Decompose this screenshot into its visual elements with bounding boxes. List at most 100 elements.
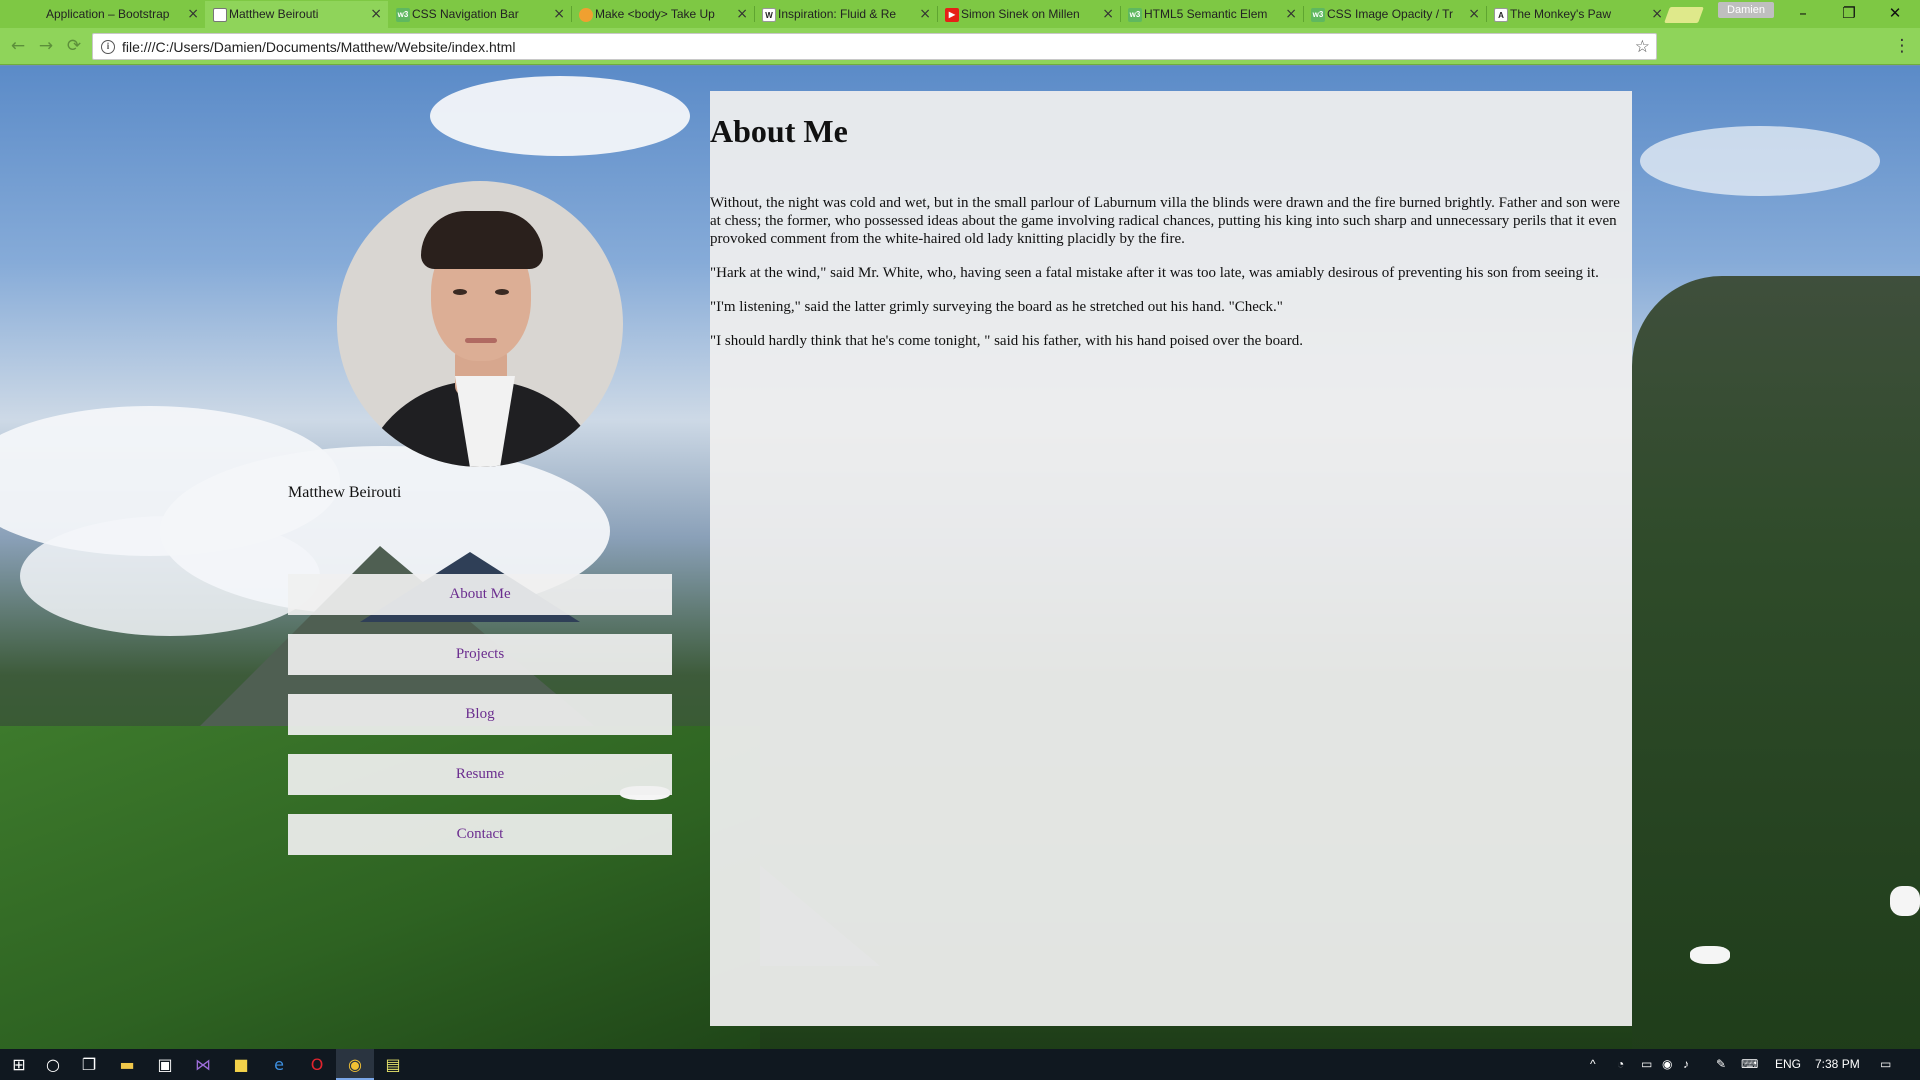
- keyboard-icon[interactable]: ⌨: [1741, 1049, 1758, 1080]
- tab-label: The Monkey's Paw: [1510, 7, 1611, 21]
- language-indicator[interactable]: ENG: [1775, 1049, 1801, 1080]
- adblock-plus-icon[interactable]: [1700, 38, 1717, 55]
- bookmark-star-icon[interactable]: ☆: [1635, 34, 1650, 60]
- volume-icon[interactable]: ♪: [1683, 1049, 1689, 1080]
- tab-inspiration-fluid[interactable]: W Inspiration: Fluid & Re ×: [754, 1, 937, 28]
- pen-icon[interactable]: ✎: [1716, 1049, 1726, 1080]
- w3schools-icon: w3: [1311, 8, 1325, 22]
- task-view-icon[interactable]: ❐: [70, 1049, 108, 1080]
- file-icon: [213, 8, 227, 22]
- tab-label: Inspiration: Fluid & Re: [778, 7, 897, 21]
- nav-link-resume[interactable]: Resume: [288, 754, 672, 795]
- google-translate-icon[interactable]: [1668, 38, 1685, 55]
- paragraph: Without, the night was cold and wet, but…: [710, 195, 1620, 247]
- start-icon[interactable]: ⊞: [0, 1049, 38, 1080]
- forward-arrow-icon[interactable]: →: [32, 28, 60, 65]
- battery-icon[interactable]: ▭: [1641, 1049, 1652, 1080]
- tab-close-icon[interactable]: ×: [553, 1, 565, 28]
- stackoverflow-icon: [579, 8, 593, 22]
- tab-close-icon[interactable]: ×: [1651, 1, 1663, 28]
- w3schools-icon: w3: [1128, 8, 1142, 22]
- extension-icon[interactable]: [1860, 38, 1877, 55]
- tab-label: Simon Sinek on Millen: [961, 7, 1080, 21]
- tab-label: HTML5 Semantic Elem: [1144, 7, 1268, 21]
- profile-name: Matthew Beirouti: [288, 484, 402, 501]
- page-viewport: Matthew Beirouti About Me Projects Blog …: [0, 66, 1920, 1049]
- chrome-remote-icon[interactable]: [1796, 38, 1813, 55]
- notepad-icon[interactable]: ▤: [374, 1049, 412, 1080]
- close-icon[interactable]: ✕: [1872, 0, 1918, 27]
- tab-label: Make <body> Take Up: [595, 7, 715, 21]
- edge-icon[interactable]: e: [260, 1049, 298, 1080]
- reload-icon[interactable]: ⟳: [60, 28, 88, 65]
- nav-link-blog[interactable]: Blog: [288, 694, 672, 735]
- browser-toolbar: ← → ⟳ i file:///C:/Users/Damien/Document…: [0, 28, 1920, 65]
- plant-icon[interactable]: [1732, 38, 1749, 55]
- tab-the-monkeys-paw[interactable]: A The Monkey's Paw ×: [1486, 1, 1669, 28]
- background-cliff: [1632, 276, 1920, 1049]
- content-panel: About Me Without, the night was cold and…: [710, 91, 1632, 1026]
- wikipedia-icon: W: [762, 8, 776, 22]
- file-explorer-icon[interactable]: ▬: [108, 1049, 146, 1080]
- chrome-tray-icon[interactable]: ◉: [1662, 1049, 1672, 1080]
- info-icon[interactable]: i: [101, 40, 115, 54]
- clock[interactable]: 7:38 PM: [1815, 1049, 1860, 1080]
- paragraph: "I should hardly think that he's come to…: [710, 333, 1303, 349]
- tab-close-icon[interactable]: ×: [1102, 1, 1114, 28]
- browser-tab-strip: Application – Bootstrap × Matthew Beirou…: [0, 0, 1920, 28]
- youtube-icon: ▶: [945, 8, 959, 22]
- background-snow: [1890, 886, 1920, 916]
- background-cloud: [430, 76, 690, 156]
- profile-button[interactable]: Damien: [1718, 2, 1774, 18]
- notification-icon[interactable]: ▭: [1880, 1049, 1891, 1080]
- paragraph: "Hark at the wind," said Mr. White, who,…: [710, 265, 1599, 281]
- tab-css-navigation-bar[interactable]: w3 CSS Navigation Bar ×: [388, 1, 571, 28]
- tab-label: CSS Image Opacity / Tr: [1327, 7, 1454, 21]
- nav-link-about-me[interactable]: About Me: [288, 574, 672, 615]
- tab-make-body-take-up[interactable]: Make <body> Take Up ×: [571, 1, 754, 28]
- w3schools-icon: w3: [396, 8, 410, 22]
- tab-close-icon[interactable]: ×: [919, 1, 931, 28]
- site-navigation: About Me Projects Blog Resume Contact: [288, 574, 672, 874]
- visual-studio-icon[interactable]: ⋈: [184, 1049, 222, 1080]
- tab-html5-semantic[interactable]: w3 HTML5 Semantic Elem ×: [1120, 1, 1303, 28]
- tab-close-icon[interactable]: ×: [1468, 1, 1480, 28]
- address-url[interactable]: file:///C:/Users/Damien/Documents/Matthe…: [122, 34, 515, 60]
- store-icon[interactable]: ▣: [146, 1049, 184, 1080]
- background-snow: [1690, 946, 1730, 964]
- tab-close-icon[interactable]: ×: [370, 1, 382, 28]
- cortana-icon[interactable]: ○: [34, 1049, 72, 1080]
- background-cloud: [1640, 126, 1880, 196]
- tab-label: Application – Bootstrap: [46, 7, 170, 21]
- content-body: Without, the night was cold and wet, but…: [710, 194, 1628, 366]
- menu-dots-icon[interactable]: ⋮: [1888, 28, 1916, 65]
- tab-label: Matthew Beirouti: [229, 7, 319, 21]
- sticky-notes-icon[interactable]: ■: [222, 1049, 260, 1080]
- tab-matthew-beirouti[interactable]: Matthew Beirouti ×: [205, 1, 388, 28]
- chrome-icon[interactable]: ◉: [336, 1049, 374, 1080]
- nav-link-projects[interactable]: Projects: [288, 634, 672, 675]
- lock-icon[interactable]: [1828, 38, 1845, 55]
- profile-photo: [337, 181, 623, 467]
- tray-chevron-icon[interactable]: ^: [1590, 1049, 1596, 1080]
- restore-icon[interactable]: ❐: [1826, 0, 1872, 27]
- opera-icon[interactable]: O: [298, 1049, 336, 1080]
- tab-simon-sinek[interactable]: ▶ Simon Sinek on Millen ×: [937, 1, 1120, 28]
- tab-css-image-opacity[interactable]: w3 CSS Image Opacity / Tr ×: [1303, 1, 1486, 28]
- address-bar[interactable]: i file:///C:/Users/Damien/Documents/Matt…: [92, 33, 1657, 60]
- tab-close-icon[interactable]: ×: [736, 1, 748, 28]
- back-arrow-icon[interactable]: ←: [4, 28, 32, 65]
- windows-taskbar: ⊞ ○ ❐ ▬ ▣ ⋈ ■ e O ◉ ▤ ^ ◔ ▭ ◉ ♪ ✎ ⌨ ENG …: [0, 1049, 1920, 1080]
- nav-link-contact[interactable]: Contact: [288, 814, 672, 855]
- tab-application-bootstrap[interactable]: Application – Bootstrap ×: [22, 1, 205, 28]
- network-icon[interactable]: ◔: [1617, 1049, 1624, 1080]
- tab-close-icon[interactable]: ×: [187, 1, 199, 28]
- paragraph: "I'm listening," said the latter grimly …: [710, 299, 1283, 315]
- tab-close-icon[interactable]: ×: [1285, 1, 1297, 28]
- minimize-icon[interactable]: –: [1780, 0, 1826, 27]
- tab-label: CSS Navigation Bar: [412, 7, 519, 21]
- page-heading: About Me: [710, 113, 848, 149]
- screen-icon[interactable]: [1764, 38, 1781, 55]
- page-icon: A: [1494, 8, 1508, 22]
- new-tab-button[interactable]: [1664, 7, 1704, 23]
